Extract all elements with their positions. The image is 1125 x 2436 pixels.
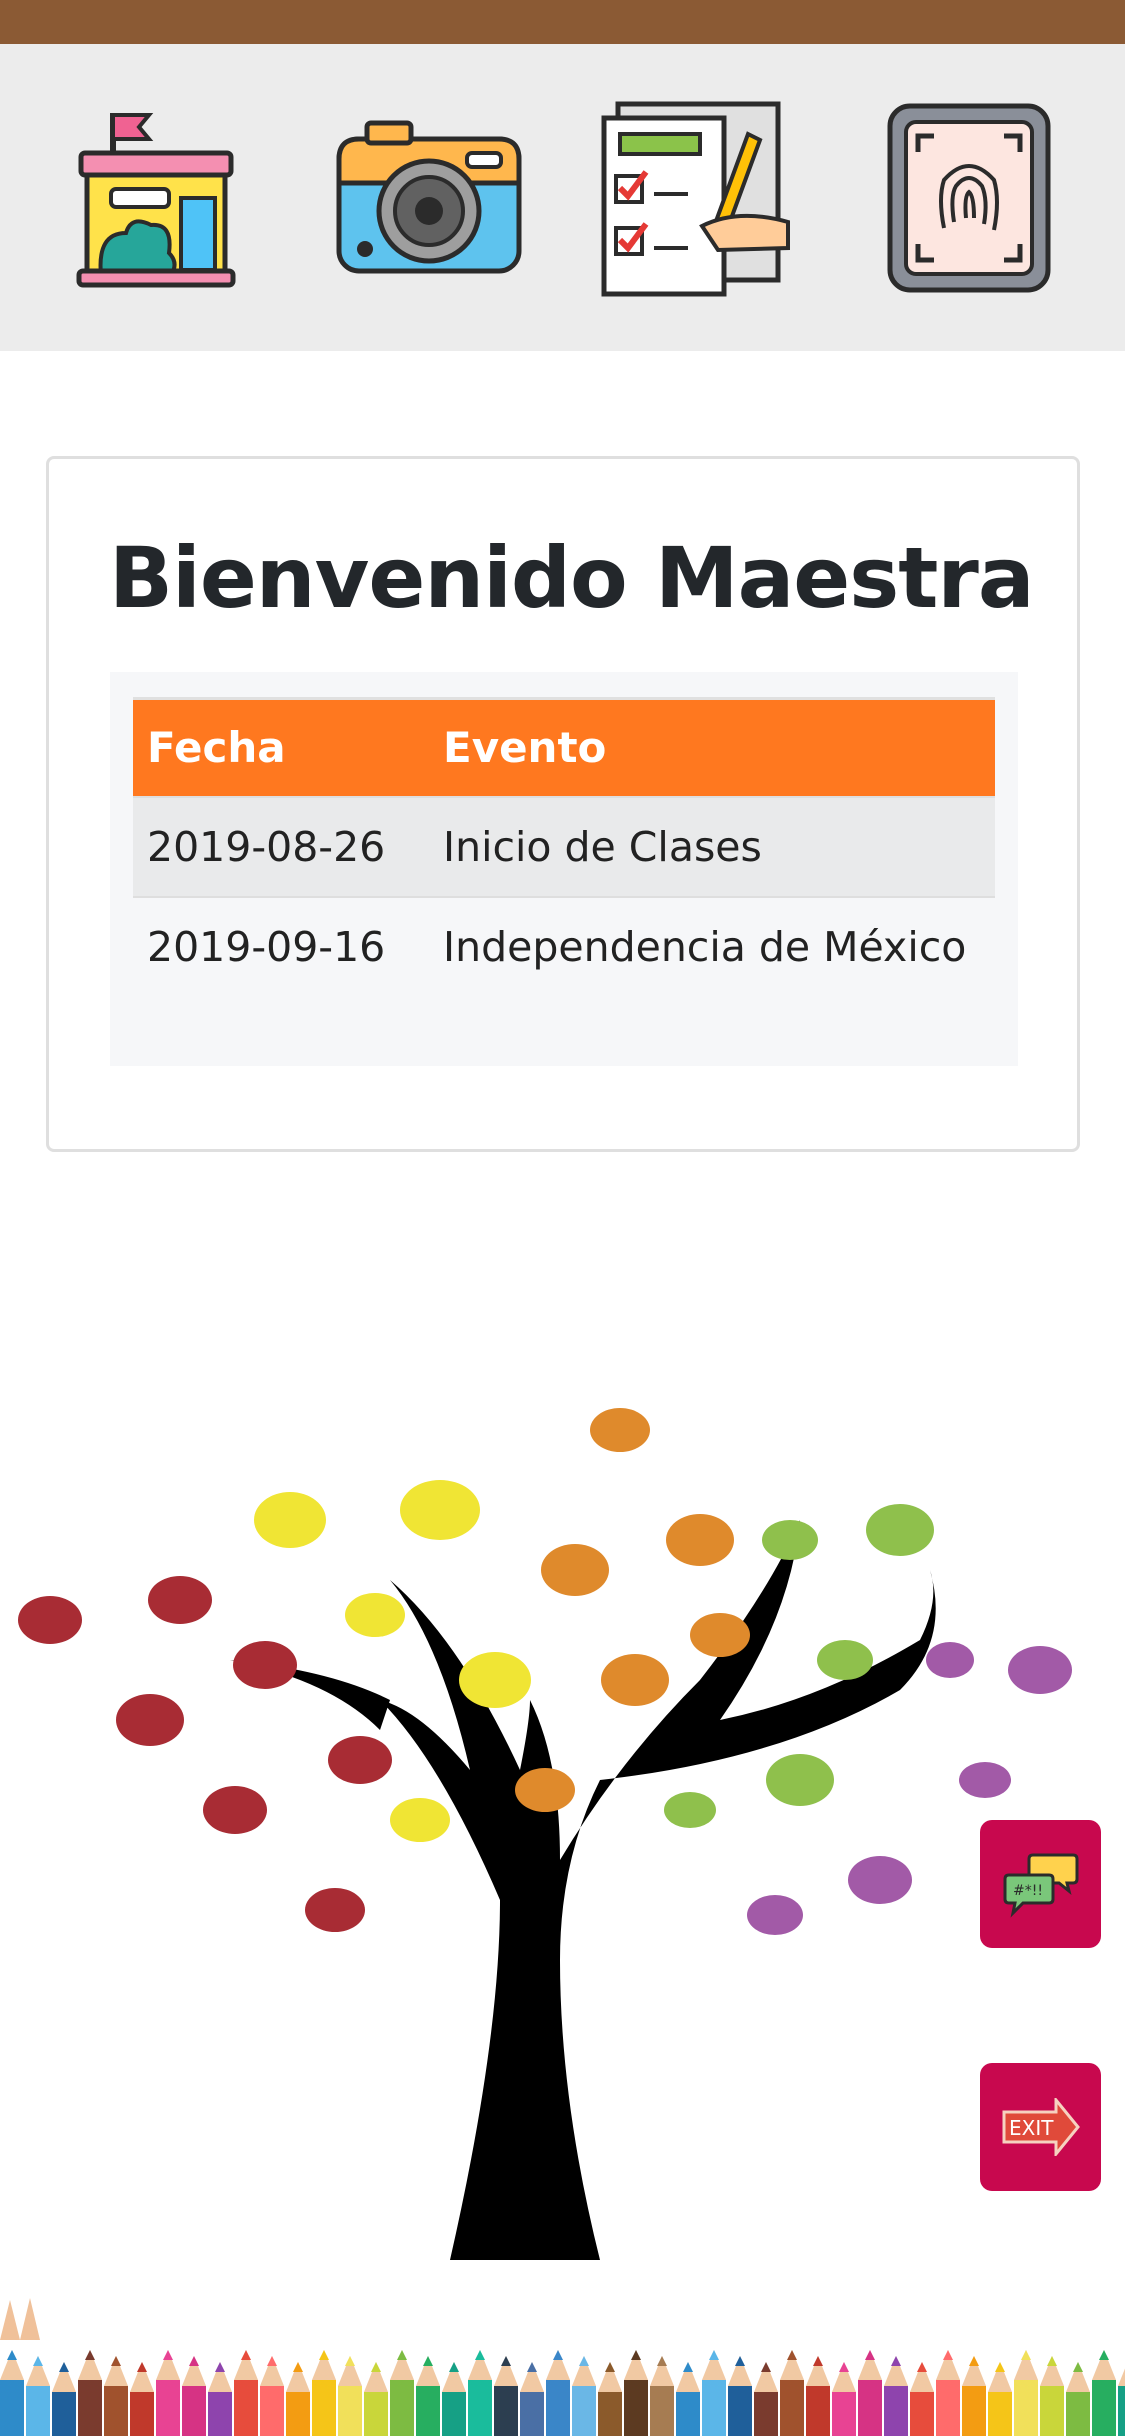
pencil-body [0, 2380, 24, 2436]
header-evento: Evento [429, 697, 995, 797]
welcome-title: Bienvenido Maestra [109, 529, 1034, 627]
pencil-body [104, 2386, 128, 2436]
camera-icon [336, 120, 522, 273]
pencil-body [494, 2386, 518, 2436]
pencil-body [520, 2392, 544, 2436]
pencil-body [364, 2392, 388, 2436]
table-row: 2019-08-26 Inicio de Clases [133, 795, 995, 897]
pencil-body [442, 2392, 466, 2436]
pencil-body [728, 2386, 752, 2436]
chat-button[interactable]: #*!! [980, 1820, 1101, 1948]
svg-text:#*!!: #*!! [1013, 1883, 1043, 1899]
status-bar [0, 0, 1125, 44]
pencil-body [26, 2386, 50, 2436]
pencil-body [1092, 2380, 1116, 2436]
pencil-body [936, 2380, 960, 2436]
pencil-body [1040, 2386, 1064, 2436]
school-icon [76, 112, 236, 287]
pencil-body [702, 2380, 726, 2436]
pencil-body [260, 2386, 284, 2436]
pencil-body [1014, 2380, 1038, 2436]
pencil-body [624, 2380, 648, 2436]
pencil-body [676, 2392, 700, 2436]
pencil-body [390, 2380, 414, 2436]
pencil-body [598, 2392, 622, 2436]
event-name: Independencia de México [429, 895, 995, 997]
pencil-body [754, 2392, 778, 2436]
pencil-body [546, 2380, 570, 2436]
icon-navigation [0, 44, 1125, 351]
table-row: 2019-09-16 Independencia de México [133, 895, 995, 997]
pencil-body [1066, 2392, 1090, 2436]
table-header-row: Fecha Evento [133, 697, 995, 797]
pencil-body [910, 2392, 934, 2436]
header-fecha: Fecha [133, 697, 429, 797]
pencil-body [832, 2392, 856, 2436]
events-table-container: Fecha Evento 2019-08-26 Inicio de Clases… [110, 672, 1018, 1066]
pencil-body [78, 2380, 102, 2436]
pencil-body [858, 2380, 882, 2436]
exit-icon: EXIT [1002, 2098, 1080, 2156]
pencil-body [286, 2392, 310, 2436]
pencil-body [962, 2386, 986, 2436]
pencil-body [1118, 2386, 1125, 2436]
nav-school-button[interactable] [56, 98, 256, 298]
event-date: 2019-09-16 [133, 895, 429, 997]
nav-fingerprint-button[interactable] [869, 98, 1069, 298]
events-table: Fecha Evento 2019-08-26 Inicio de Clases… [133, 697, 995, 997]
pencil-body [988, 2392, 1012, 2436]
pencil-body [130, 2392, 154, 2436]
pencil-body [312, 2380, 336, 2436]
pencil-body [806, 2386, 830, 2436]
pencil-body [338, 2386, 362, 2436]
svg-text:EXIT: EXIT [1009, 2116, 1054, 2140]
pencil-body [650, 2386, 674, 2436]
nav-camera-button[interactable] [327, 98, 527, 298]
welcome-card: Bienvenido Maestra Fecha Evento 2019-08-… [46, 456, 1080, 1152]
nav-checklist-button[interactable] [598, 98, 798, 298]
event-date: 2019-08-26 [133, 795, 429, 897]
chat-icon: #*!! [1003, 1853, 1078, 1918]
pencil-body [182, 2386, 206, 2436]
colored-pencils [0, 2298, 1125, 2436]
pencil-body [234, 2380, 258, 2436]
pencil-body [156, 2380, 180, 2436]
fingerprint-icon [887, 103, 1051, 292]
pencil-body [416, 2386, 440, 2436]
pencil-body [208, 2392, 232, 2436]
handprint-tree-illustration [0, 1408, 1125, 2436]
pencil-body [572, 2386, 596, 2436]
pencil-body [52, 2392, 76, 2436]
pencil-body [884, 2386, 908, 2436]
pencil-body [468, 2380, 492, 2436]
exit-button[interactable]: EXIT [980, 2063, 1101, 2191]
event-name: Inicio de Clases [429, 795, 995, 897]
pencil-body [780, 2380, 804, 2436]
checklist-icon [601, 101, 791, 296]
